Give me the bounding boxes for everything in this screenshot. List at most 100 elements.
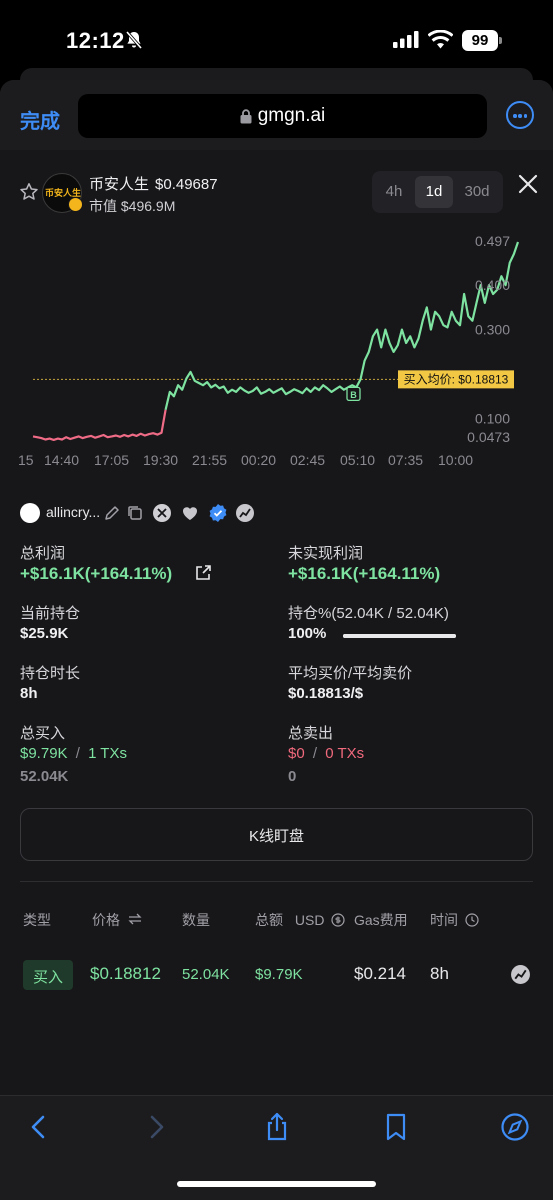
x-tick-label: 00:20: [241, 452, 276, 468]
holding-pct-label: 持仓%(52.04K / 52.04K): [288, 605, 449, 622]
price-chart[interactable]: B 买入均价: $0.18813 0.497 0.400 0.300 0.100 0.047…: [0, 222, 553, 470]
clock-icon[interactable]: [465, 913, 479, 927]
swap-icon[interactable]: [128, 913, 142, 925]
section-divider: [20, 881, 533, 882]
x-tick-label: 14:40: [44, 452, 79, 468]
duration-value: 8h: [20, 685, 38, 702]
trade-quantity: 52.04K: [182, 966, 230, 983]
price-line-segment-0: [32, 409, 167, 441]
total-sell-quantity: 0: [288, 768, 297, 785]
trade-time: 8h: [430, 964, 449, 983]
header-usd-label: USD: [294, 912, 325, 928]
x-twitter-icon[interactable]: [152, 503, 172, 523]
wallet-avatar: [20, 503, 40, 523]
cellular-signal-icon: [393, 31, 419, 48]
compass-icon[interactable]: [500, 1112, 530, 1142]
verified-icon: [209, 504, 227, 522]
total-sell-line: $0 / 0 TXs: [288, 745, 364, 762]
timeframe-selector: 4h 1d 30d: [372, 171, 503, 213]
price-chart-svg: B 买入均价: $0.18813 0.497 0.400 0.300 0.100 0.047…: [18, 233, 520, 468]
unrealized-profit-label: 未实现利润: [288, 545, 364, 562]
done-button[interactable]: 完成: [20, 105, 60, 134]
header-total-label: 总额: [255, 912, 283, 928]
edit-icon[interactable]: [102, 503, 122, 523]
trade-analytics-icon[interactable]: [510, 964, 531, 985]
battery-icon: 99: [462, 30, 502, 51]
timeframe-1d[interactable]: 1d: [415, 176, 453, 208]
x-tick-label: 05:10: [340, 452, 375, 468]
holding-pct-value: 100%: [288, 625, 327, 642]
wallet-row: allincry...: [20, 500, 540, 526]
total-buy-line: $9.79K / 1 TXs: [20, 745, 127, 762]
header-price-label: 价格: [92, 912, 120, 928]
y-tick-label: 0.100: [475, 411, 510, 427]
holding-pct-bar: [343, 634, 456, 638]
y-tick-label: 0.300: [475, 322, 510, 338]
x-tick-label: 02:45: [290, 452, 325, 468]
x-tick-label: 15: [18, 452, 34, 468]
total-profit-value: +$16.1K(+164.11%): [20, 564, 173, 583]
holding-value: $25.9K: [20, 625, 69, 642]
y-tick-label: 0.400: [475, 277, 510, 293]
wallet-name[interactable]: allincry...: [46, 504, 100, 520]
in-app-browser: 完成 gmgn.ai 币安人生 币安人生 $0.49687 市值 $496.9M…: [0, 80, 553, 1200]
header-time-label: 时间: [430, 912, 458, 928]
holding-label: 当前持仓: [20, 605, 81, 622]
close-icon[interactable]: [517, 173, 539, 195]
back-icon[interactable]: [24, 1112, 54, 1142]
avg-price-label: 平均买价/平均卖价: [288, 665, 413, 682]
total-buy-label: 总买入: [20, 725, 66, 742]
lock-icon: [240, 108, 252, 123]
battery-level: 99: [471, 32, 489, 49]
total-buy-amount: $9.79K: [20, 745, 68, 762]
trade-type-badge: 买入: [23, 960, 73, 990]
status-time: 12:12: [66, 28, 125, 53]
timeframe-30d[interactable]: 30d: [456, 176, 498, 208]
star-icon[interactable]: [19, 182, 39, 202]
home-indicator: [177, 1181, 376, 1187]
duration-label: 持仓时长: [20, 665, 81, 682]
header-price[interactable]: 价格: [92, 910, 142, 930]
avg-buy-label: 买入均价: $0.18813: [404, 372, 509, 386]
header-time[interactable]: 时间: [430, 910, 479, 930]
trade-type: 买入: [32, 969, 63, 986]
chain-badge-icon: [68, 197, 83, 212]
analytics-icon[interactable]: [235, 503, 255, 523]
y-tick-label: 0.0473: [467, 429, 510, 445]
bookmarks-icon[interactable]: [381, 1112, 411, 1142]
avg-price-value: $0.18813/$: [288, 685, 364, 702]
total-buy-quantity: 52.04K: [20, 768, 69, 785]
header-quantity: 数量: [182, 912, 210, 928]
x-tick-label: 21:55: [192, 452, 227, 468]
total-buy-separator: /: [75, 745, 80, 762]
web-page: 币安人生 币安人生 $0.49687 市值 $496.9M 4h 1d 30d B…: [0, 150, 553, 1100]
address-bar[interactable]: gmgn.ai: [78, 94, 487, 138]
timeframe-4h[interactable]: 4h: [375, 176, 413, 208]
token-header: 币安人生 币安人生 $0.49687 市值 $496.9M 4h 1d 30d: [0, 150, 553, 220]
total-buy-txs: 1 TXs: [88, 745, 127, 762]
token-price: $0.49687: [155, 176, 218, 193]
kline-monitor-button[interactable]: K线盯盘: [20, 808, 533, 861]
trade-total: $9.79K: [255, 966, 303, 983]
copy-icon[interactable]: [125, 503, 145, 523]
share-icon[interactable]: [262, 1112, 292, 1142]
header-type: 类型: [23, 912, 51, 928]
total-sell-amount: $0: [288, 745, 305, 762]
header-gas: Gas费用: [354, 912, 408, 928]
holding-pct-bar-fill: [343, 634, 456, 638]
unrealized-profit-value: +$16.1K(+164.11%): [288, 564, 441, 583]
external-link-icon[interactable]: [194, 564, 212, 582]
token-name: 币安人生: [89, 176, 150, 193]
wifi-icon: [428, 30, 453, 49]
heart-icon[interactable]: [180, 503, 200, 523]
dollar-icon[interactable]: [331, 913, 345, 927]
total-sell-label: 总卖出: [288, 725, 334, 742]
token-title: 币安人生 $0.49687: [89, 173, 218, 194]
forward-icon[interactable]: [141, 1112, 171, 1142]
header-total[interactable]: 总额 USD: [255, 910, 345, 930]
x-tick-label: 17:05: [94, 452, 129, 468]
more-options-button[interactable]: [506, 101, 534, 129]
buy-marker-label: B: [350, 390, 357, 400]
x-tick-label: 19:30: [143, 452, 178, 468]
trade-gas: $0.214: [354, 964, 406, 983]
